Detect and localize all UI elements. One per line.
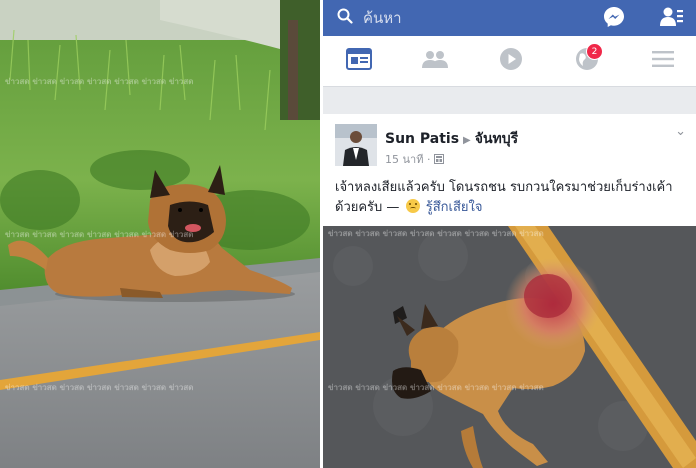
tab-watch[interactable] — [495, 46, 527, 76]
avatar[interactable] — [335, 124, 377, 166]
svg-text:ข่าวสด ข่าวสด ข่าวสด ข่าวสด: ข่าวสด ข่าวสด ข่าวสด ข่าวสด ข่าวสด ข่าวส… — [5, 383, 193, 392]
facebook-top-bar: ค้นหา — [323, 0, 696, 36]
svg-text:ข่าวสด ข่าวสด ข่าวสด ข่าวสด: ข่าวสด ข่าวสด ข่าวสด ข่าวสด ข่าวสด ข่าวส… — [5, 230, 193, 239]
facebook-screenshot: ค้นหา 2 Sun Patis ▶ จันทบุรี 15 นาที · ⌄… — [323, 0, 696, 468]
friend-requests-icon[interactable] — [657, 2, 687, 32]
feeling-label[interactable]: รู้สึกเสียใจ — [426, 200, 483, 215]
dot-separator-icon: · — [426, 153, 434, 166]
location-name[interactable]: จันทบุรี — [475, 131, 518, 147]
search-placeholder[interactable]: ค้นหา — [363, 6, 402, 30]
injured-dog-image: ข่าวสด ข่าวสด ข่าวสด ข่าวสด ข่าวสด ข่าวส… — [323, 226, 696, 468]
feed-separator — [323, 94, 696, 110]
tab-notifications[interactable]: 2 — [571, 43, 603, 76]
search-field[interactable]: ค้นหา — [337, 4, 607, 31]
dog-roadside-photo: ข่าวสด ข่าวสด ข่าวสด ข่าวสด ข่าวสด ข่าวส… — [0, 0, 320, 468]
post-body: เจ้าหลงเสียแล้วครับ โดนรถชน รบกวนใครมาช่… — [335, 178, 685, 218]
post-photo[interactable]: ข่าวสด ข่าวสด ข่าวสด ข่าวสด ข่าวสด ข่าวส… — [323, 226, 696, 468]
play-icon — [499, 47, 523, 75]
post-header: Sun Patis ▶ จันทบุรี — [385, 128, 518, 150]
sad-emoji-icon — [405, 199, 420, 213]
post-text: เจ้าหลงเสียแล้วครับ โดนรถชน รบกวนใครมาช่… — [335, 180, 673, 215]
facebook-tab-bar: 2 — [323, 36, 696, 87]
search-icon — [337, 8, 353, 28]
messenger-icon[interactable] — [599, 2, 629, 32]
tab-news-feed[interactable] — [343, 46, 375, 76]
svg-text:ข่าวสด ข่าวสด ข่าวสด ข่าวสด: ข่าวสด ข่าวสด ข่าวสด ข่าวสด ข่าวสด ข่าวส… — [328, 229, 544, 238]
groups-icon — [421, 49, 449, 73]
privacy-icon — [433, 154, 444, 167]
hamburger-menu-icon — [652, 50, 674, 72]
post-meta: 15 นาที · — [385, 150, 444, 168]
notification-badge: 2 — [586, 43, 603, 60]
author-name[interactable]: Sun Patis — [385, 131, 459, 147]
arrow-right-icon: ▶ — [463, 135, 471, 146]
post-timestamp[interactable]: 15 นาที — [385, 153, 423, 166]
globe-icon: 2 — [575, 43, 603, 75]
news-feed-icon — [346, 48, 372, 74]
svg-text:ข่าวสด ข่าวสด ข่าวสด ข่าวสด: ข่าวสด ข่าวสด ข่าวสด ข่าวสด ข่าวสด ข่าวส… — [5, 77, 193, 86]
svg-text:ข่าวสด ข่าวสด ข่าวสด ข่าวสด: ข่าวสด ข่าวสด ข่าวสด ข่าวสด ข่าวสด ข่าวส… — [328, 383, 544, 392]
chevron-down-icon[interactable]: ⌄ — [675, 124, 686, 139]
tab-menu[interactable] — [647, 46, 679, 76]
dog-roadside-image: ข่าวสด ข่าวสด ข่าวสด ข่าวสด ข่าวสด ข่าวส… — [0, 0, 320, 468]
post-card: Sun Patis ▶ จันทบุรี 15 นาที · ⌄ เจ้าหลงเส… — [323, 114, 696, 226]
tab-groups[interactable] — [419, 46, 451, 76]
